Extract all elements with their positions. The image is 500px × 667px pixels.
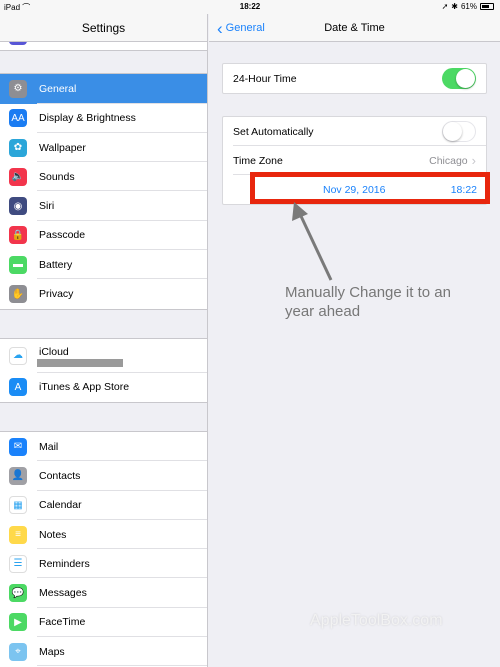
annotation-text: Manually Change it to an year ahead <box>285 284 451 320</box>
annotation-arrow <box>292 202 333 281</box>
sidebar-title: Settings <box>0 14 207 42</box>
watermark: AppleToolBox.com <box>310 612 443 629</box>
